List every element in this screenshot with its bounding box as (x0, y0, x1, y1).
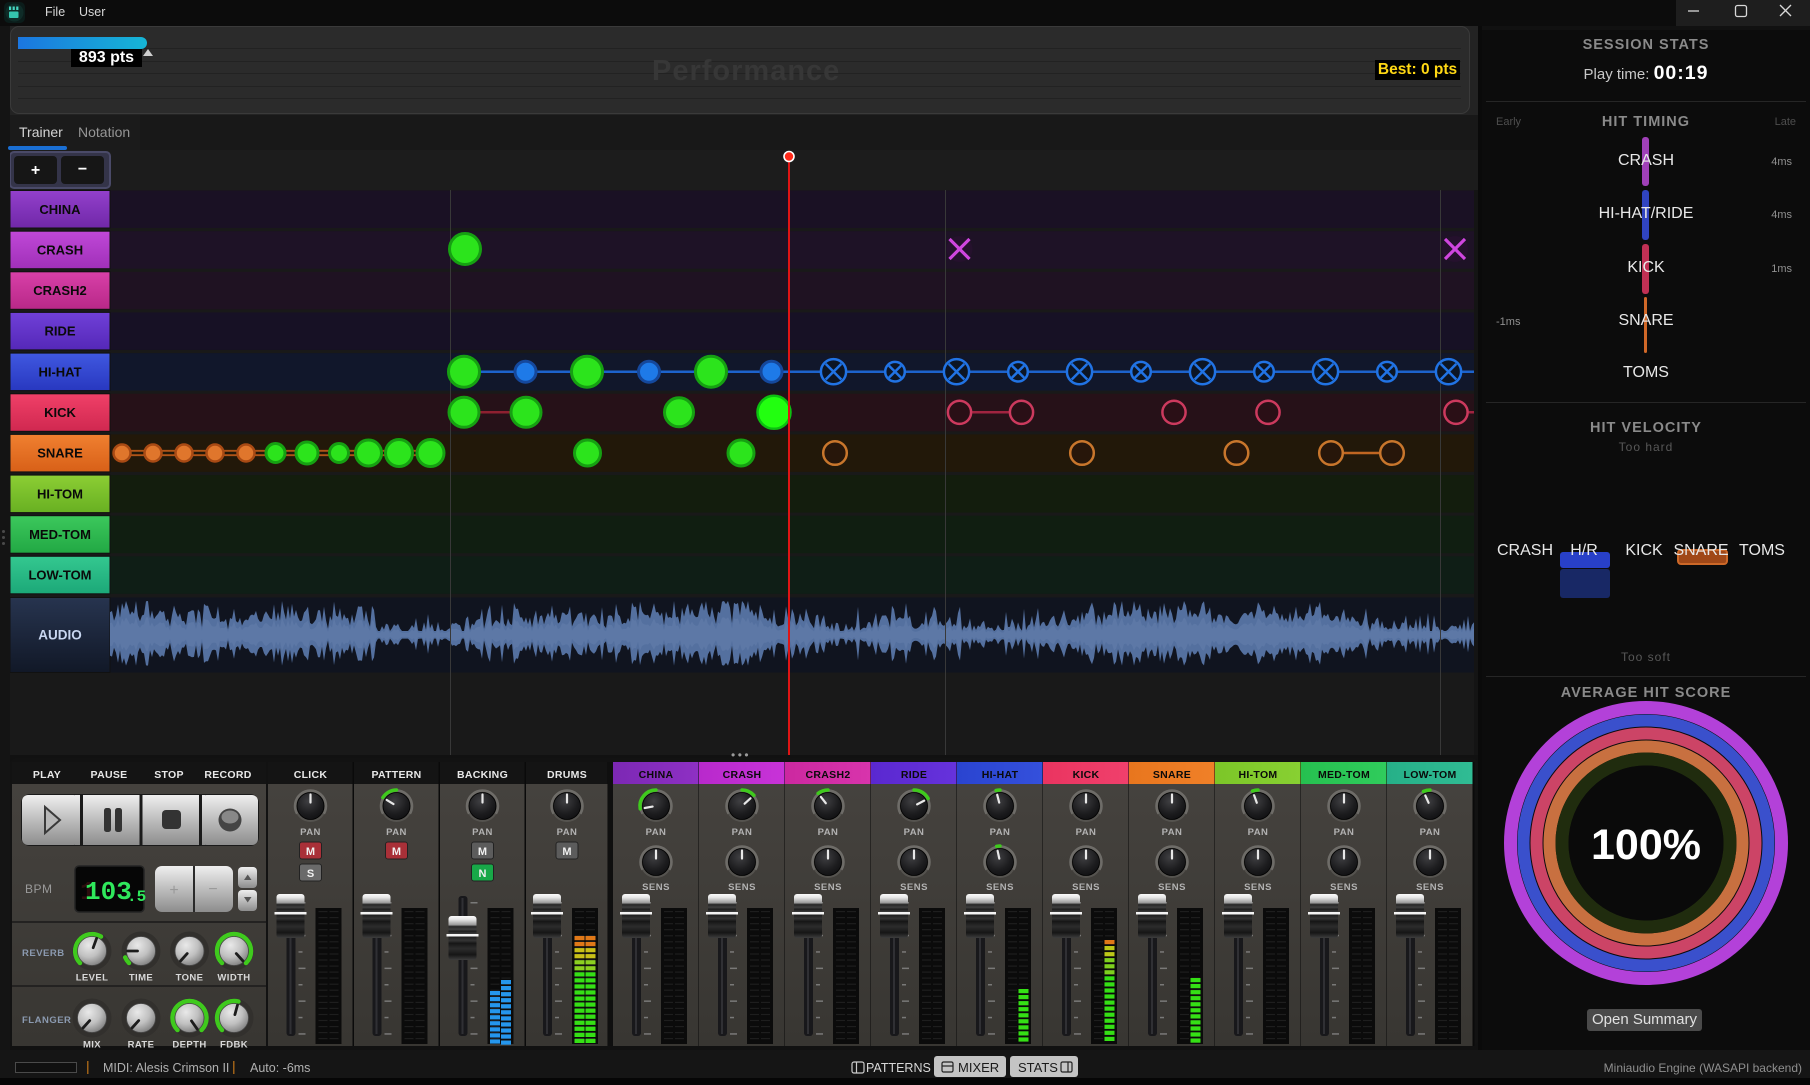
svg-text:HI-HAT: HI-HAT (982, 769, 1019, 781)
svg-text:LOW-TOM: LOW-TOM (28, 568, 91, 583)
svg-text:PAN: PAN (472, 827, 493, 838)
svg-text:BPM: BPM (25, 882, 53, 896)
svg-text:FLANGER: FLANGER (22, 1015, 71, 1026)
svg-text:PAN: PAN (386, 827, 407, 838)
svg-text:PAUSE: PAUSE (91, 769, 128, 781)
svg-text:REVERB: REVERB (22, 948, 65, 959)
svg-text:103: 103 (85, 877, 132, 907)
svg-text:PATTERN: PATTERN (371, 769, 421, 781)
svg-text:SENS: SENS (728, 882, 756, 893)
svg-text:CHINA: CHINA (39, 202, 81, 217)
svg-text:M: M (478, 846, 487, 858)
svg-text:−: − (78, 161, 87, 178)
svg-text:HI-HAT: HI-HAT (38, 364, 81, 379)
svg-text:LOW-TOM: LOW-TOM (1403, 769, 1456, 781)
svg-text:+: + (31, 162, 40, 179)
svg-text:SENS: SENS (1416, 882, 1444, 893)
svg-text:PAN: PAN (646, 827, 667, 838)
svg-text:MIX: MIX (83, 1040, 101, 1051)
svg-text:TIME: TIME (129, 973, 153, 984)
svg-text:PLAY: PLAY (33, 769, 61, 781)
svg-text:HI-TOM: HI-TOM (1239, 769, 1278, 781)
svg-text:RIDE: RIDE (901, 769, 927, 781)
svg-text:CRASH: CRASH (723, 769, 762, 781)
svg-text:PAN: PAN (1334, 827, 1355, 838)
svg-text:HI-TOM: HI-TOM (37, 486, 83, 501)
svg-text:SENS: SENS (642, 882, 670, 893)
svg-text:PAN: PAN (1076, 827, 1097, 838)
svg-text:PAN: PAN (818, 827, 839, 838)
svg-text:MED-TOM: MED-TOM (1318, 769, 1370, 781)
svg-text:N: N (479, 868, 487, 880)
svg-text:RECORD: RECORD (204, 769, 251, 781)
svg-text:SNARE: SNARE (1153, 769, 1191, 781)
svg-text:PAN: PAN (1248, 827, 1269, 838)
svg-text:RIDE: RIDE (44, 324, 75, 339)
svg-text:LEVEL: LEVEL (76, 973, 109, 984)
svg-text:PAN: PAN (732, 827, 753, 838)
svg-text:DRUMS: DRUMS (547, 769, 587, 781)
svg-text:−: − (208, 881, 217, 898)
svg-text:S: S (307, 868, 314, 880)
svg-text:+: + (169, 882, 178, 899)
svg-text:AUDIO: AUDIO (38, 628, 82, 643)
svg-text:DEPTH: DEPTH (172, 1040, 206, 1051)
svg-text:TONE: TONE (176, 973, 204, 984)
svg-text:BACKING: BACKING (457, 769, 508, 781)
svg-text:SENS: SENS (900, 882, 928, 893)
svg-text:SENS: SENS (1330, 882, 1358, 893)
svg-text:SENS: SENS (986, 882, 1014, 893)
svg-text:KICK: KICK (1073, 769, 1100, 781)
svg-text:FDBK: FDBK (220, 1040, 248, 1051)
svg-text:M: M (306, 846, 315, 858)
svg-text:WIDTH: WIDTH (217, 973, 250, 984)
svg-text:PAN: PAN (1420, 827, 1441, 838)
svg-text:100%: 100% (1591, 821, 1701, 869)
svg-text:KICK: KICK (44, 405, 76, 420)
svg-text:STOP: STOP (154, 769, 184, 781)
svg-text:M: M (392, 846, 401, 858)
svg-text:RATE: RATE (128, 1040, 155, 1051)
svg-text:PAN: PAN (1162, 827, 1183, 838)
svg-text:SNARE: SNARE (37, 446, 83, 461)
svg-text:PAN: PAN (300, 827, 321, 838)
svg-text:CRASH2: CRASH2 (33, 283, 86, 298)
svg-text:MED-TOM: MED-TOM (29, 527, 91, 542)
svg-text:CHINA: CHINA (639, 769, 674, 781)
svg-text:SENS: SENS (814, 882, 842, 893)
svg-text:CLICK: CLICK (294, 769, 328, 781)
svg-text:SENS: SENS (1244, 882, 1272, 893)
svg-text:SENS: SENS (1072, 882, 1100, 893)
svg-text:PAN: PAN (990, 827, 1011, 838)
svg-text:PAN: PAN (557, 827, 578, 838)
svg-text:.5: .5 (127, 888, 146, 906)
svg-text:PAN: PAN (904, 827, 925, 838)
svg-text:CRASH2: CRASH2 (806, 769, 851, 781)
svg-text:M: M (562, 846, 571, 858)
svg-text:SENS: SENS (1158, 882, 1186, 893)
svg-text:CRASH: CRASH (37, 242, 83, 257)
